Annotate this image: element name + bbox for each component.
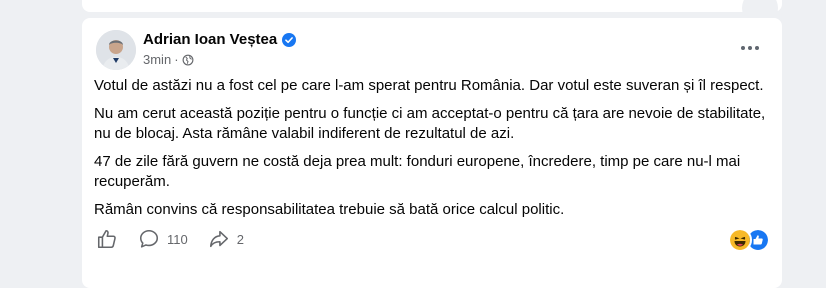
post-timestamp[interactable]: 3min <box>143 52 171 67</box>
avatar-photo <box>96 30 136 70</box>
like-button[interactable] <box>96 228 118 250</box>
post-card: Adrian Ioan Veștea 3min · Votul de astăz… <box>82 18 782 288</box>
action-bar: 110 2 <box>96 228 264 250</box>
share-icon <box>209 230 228 248</box>
comment-button[interactable]: 110 <box>138 228 188 250</box>
share-button[interactable]: 2 <box>208 228 244 250</box>
like-icon <box>97 229 116 249</box>
post-paragraph: 47 de zile fără guvern ne costă deja pre… <box>94 153 741 190</box>
post-meta: 3min · <box>143 52 194 67</box>
post-paragraph: Votul de astăzi nu a fost cel pe care l-… <box>94 77 764 94</box>
more-options-icon[interactable] <box>732 36 768 60</box>
avatar[interactable] <box>96 30 136 70</box>
comment-count: 110 <box>167 231 188 247</box>
reactions-summary[interactable] <box>728 228 770 252</box>
comment-icon <box>139 229 159 248</box>
post-paragraph: Nu am cerut această poziție pentru o fun… <box>94 105 766 142</box>
haha-reaction-icon <box>728 228 752 252</box>
author-row: Adrian Ioan Veștea <box>143 31 297 48</box>
share-count: 2 <box>236 231 244 247</box>
previous-post-card <box>82 0 782 26</box>
meta-separator: · <box>174 52 179 67</box>
globe-icon <box>182 54 193 65</box>
post-paragraph: Rămân convins că responsabilitatea trebu… <box>94 201 565 218</box>
author-name[interactable]: Adrian Ioan Veștea <box>143 31 277 48</box>
post-text: Votul de astăzi nu a fost cel pe care l-… <box>94 76 769 228</box>
verified-badge-icon <box>282 32 297 47</box>
